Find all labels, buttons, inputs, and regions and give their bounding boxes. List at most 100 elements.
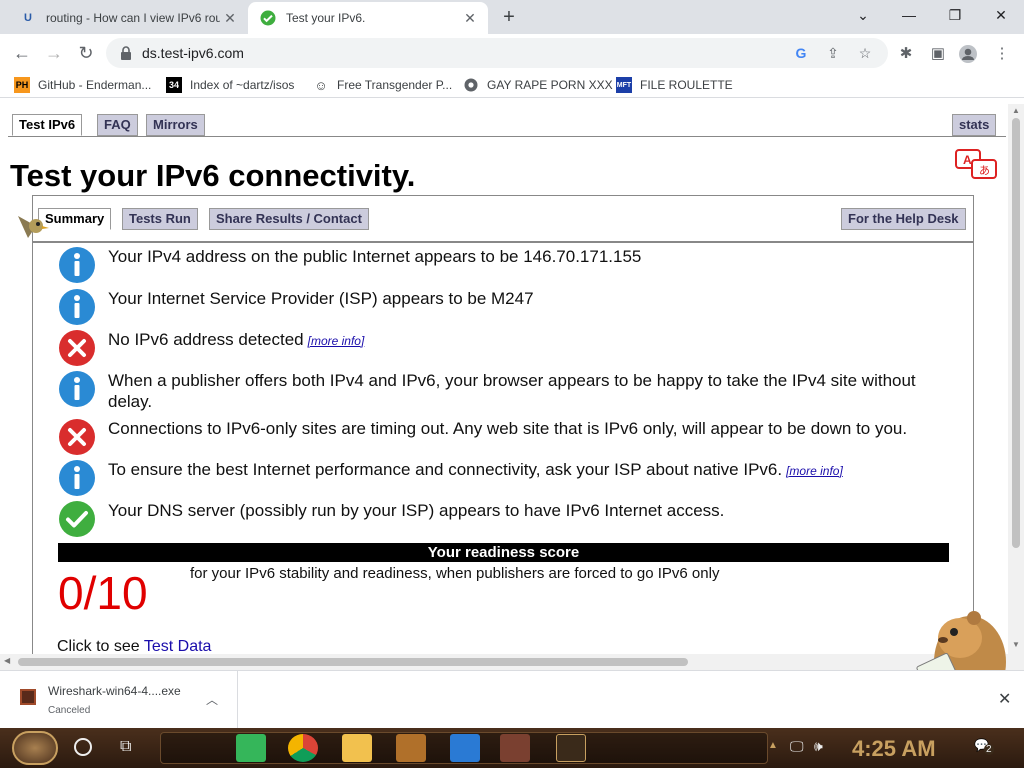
- menu-icon[interactable]: ⋮: [992, 44, 1012, 64]
- bookmark-item[interactable]: ☺ Free Transgender P...: [313, 76, 452, 94]
- url-text[interactable]: ds.test-ipv6.com: [142, 45, 244, 61]
- tab-search-icon[interactable]: ⌄: [840, 0, 886, 30]
- tab-test-ipv6[interactable]: Test your IPv6. ✕: [248, 2, 488, 34]
- stats-link[interactable]: stats: [952, 114, 997, 136]
- result-row: Your Internet Service Provider (ISP) app…: [58, 288, 958, 328]
- help-desk-tab[interactable]: For the Help Desk: [841, 208, 966, 230]
- bookmark-item[interactable]: 34 Index of ~dartz/isos: [166, 76, 294, 94]
- bookmarks-bar: PH GitHub - Enderman... 34 Index of ~dar…: [0, 72, 1024, 98]
- checkmark-icon: [59, 501, 95, 537]
- info-icon: [59, 371, 95, 407]
- bookmark-star-icon[interactable]: ☆: [856, 44, 874, 62]
- bookmark-item[interactable]: GAY RAPE PORN XXX: [463, 76, 613, 94]
- globe-icon: [463, 77, 479, 93]
- notes-app-icon[interactable]: [236, 734, 266, 762]
- tab-strip: U routing - How can I view IPv6 rou ✕ Te…: [0, 0, 1024, 34]
- wireshark-icon[interactable]: [450, 734, 480, 762]
- result-row: Your IPv4 address on the public Internet…: [58, 246, 958, 286]
- close-window-button[interactable]: ✕: [978, 0, 1024, 30]
- terminal-app-icon[interactable]: [556, 734, 586, 762]
- svg-text:A: A: [963, 153, 972, 167]
- result-text: Your Internet Service Provider (ISP) app…: [108, 289, 534, 308]
- info-icon: [59, 289, 95, 325]
- file-icon: [20, 689, 36, 705]
- taskbar: ⧉ ▲ 🖵 🕪 4:25 AM 2 💬: [0, 728, 1024, 768]
- chrome-icon[interactable]: [288, 734, 318, 762]
- tab-title: routing - How can I view IPv6 rou: [46, 11, 220, 25]
- network-icon[interactable]: 🖵: [790, 738, 804, 755]
- download-status: Canceled: [48, 705, 91, 716]
- game-app-icon[interactable]: [396, 734, 426, 762]
- error-x-icon: [59, 330, 95, 366]
- tab-tests-run[interactable]: Tests Run: [122, 208, 198, 230]
- clock[interactable]: 4:25 AM: [852, 736, 936, 762]
- lock-icon: [121, 46, 131, 60]
- tab-title: Test your IPv6.: [286, 11, 366, 25]
- index-icon: 34: [166, 77, 182, 93]
- vertical-scrollbar[interactable]: ▲ ▼: [1008, 104, 1024, 654]
- chevron-up-icon[interactable]: ︿: [206, 691, 218, 708]
- scroll-down-icon[interactable]: ▼: [1012, 640, 1020, 649]
- start-button[interactable]: [12, 731, 58, 765]
- download-filename: Wireshark-win64-4....exe: [48, 684, 181, 698]
- task-view-icon[interactable]: ⧉: [120, 738, 131, 756]
- score-description: for your IPv6 stability and readiness, w…: [190, 565, 720, 582]
- extensions-icon[interactable]: ✱: [896, 44, 916, 64]
- bookmark-item[interactable]: PH GitHub - Enderman...: [14, 76, 151, 94]
- result-text: To ensure the best Internet performance …: [108, 460, 843, 479]
- result-row: No IPv6 address detected [more info]: [58, 329, 958, 369]
- readiness-score: 0/10: [58, 567, 148, 619]
- notification-icon[interactable]: 2 💬: [974, 738, 996, 758]
- close-download-bar-icon[interactable]: ✕: [998, 689, 1011, 709]
- info-icon: [59, 247, 95, 283]
- browser-toolbar: ← → ↻ ds.test-ipv6.com G ⇪ ☆ ✱ ▣ ⋮: [0, 34, 1024, 72]
- tab-test-ipv6-site[interactable]: Test IPv6: [12, 114, 83, 136]
- tray-chevron-icon[interactable]: ▲: [768, 740, 778, 751]
- reload-icon[interactable]: ↻: [72, 40, 100, 66]
- translate-icon[interactable]: Aあ: [954, 148, 1000, 182]
- test-data-link[interactable]: Test Data: [144, 638, 212, 655]
- bookmark-item[interactable]: MFT FILE ROULETTE: [616, 76, 733, 94]
- side-panel-icon[interactable]: ▣: [928, 44, 948, 64]
- media-app-icon[interactable]: [500, 734, 530, 762]
- result-text: Your IPv4 address on the public Internet…: [108, 247, 642, 266]
- svg-text:あ: あ: [979, 164, 990, 177]
- volume-icon[interactable]: 🕪: [814, 738, 823, 755]
- info-icon: [59, 460, 95, 496]
- back-icon[interactable]: ←: [8, 40, 36, 66]
- bookmark-label: GitHub - Enderman...: [38, 78, 152, 92]
- share-icon[interactable]: ⇪: [824, 44, 842, 62]
- tab-mirrors[interactable]: Mirrors: [146, 114, 205, 136]
- divider: [33, 241, 974, 243]
- scroll-thumb[interactable]: [1012, 118, 1020, 548]
- address-bar[interactable]: ds.test-ipv6.com G ⇪ ☆: [106, 38, 888, 68]
- minimize-button[interactable]: —: [886, 0, 932, 30]
- tab-share-results[interactable]: Share Results / Contact: [209, 208, 369, 230]
- search-icon[interactable]: [74, 738, 92, 756]
- result-row: When a publisher offers both IPv4 and IP…: [58, 370, 958, 414]
- scroll-up-icon[interactable]: ▲: [1012, 106, 1020, 115]
- scroll-left-icon[interactable]: ◀: [4, 656, 10, 665]
- page-title: Test your IPv6 connectivity.: [10, 158, 416, 193]
- file-explorer-icon[interactable]: [342, 734, 372, 762]
- tab-faq[interactable]: FAQ: [97, 114, 138, 136]
- restore-button[interactable]: ❐: [932, 0, 978, 30]
- forward-icon[interactable]: →: [40, 40, 68, 66]
- new-tab-button[interactable]: +: [496, 6, 522, 30]
- bookmark-label: FILE ROULETTE: [640, 78, 733, 92]
- error-x-icon: [59, 419, 95, 455]
- scroll-thumb[interactable]: [18, 658, 688, 666]
- close-tab-icon[interactable]: ✕: [220, 10, 240, 27]
- more-info-link[interactable]: [more info]: [308, 334, 365, 348]
- profile-avatar-icon[interactable]: [958, 44, 978, 64]
- horizontal-scrollbar[interactable]: ◀: [0, 654, 1024, 670]
- tab-routing[interactable]: U routing - How can I view IPv6 rou ✕: [8, 2, 248, 34]
- bookmark-label: Free Transgender P...: [337, 78, 453, 92]
- google-icon[interactable]: G: [792, 44, 810, 62]
- more-info-link[interactable]: [more info]: [786, 464, 843, 478]
- download-item[interactable]: Wireshark-win64-4....exe Canceled ︿: [0, 671, 238, 728]
- close-tab-icon[interactable]: ✕: [460, 10, 480, 27]
- divider: [8, 136, 1006, 137]
- result-text: No IPv6 address detected [more info]: [108, 330, 365, 349]
- superuser-favicon-icon: U: [24, 12, 32, 24]
